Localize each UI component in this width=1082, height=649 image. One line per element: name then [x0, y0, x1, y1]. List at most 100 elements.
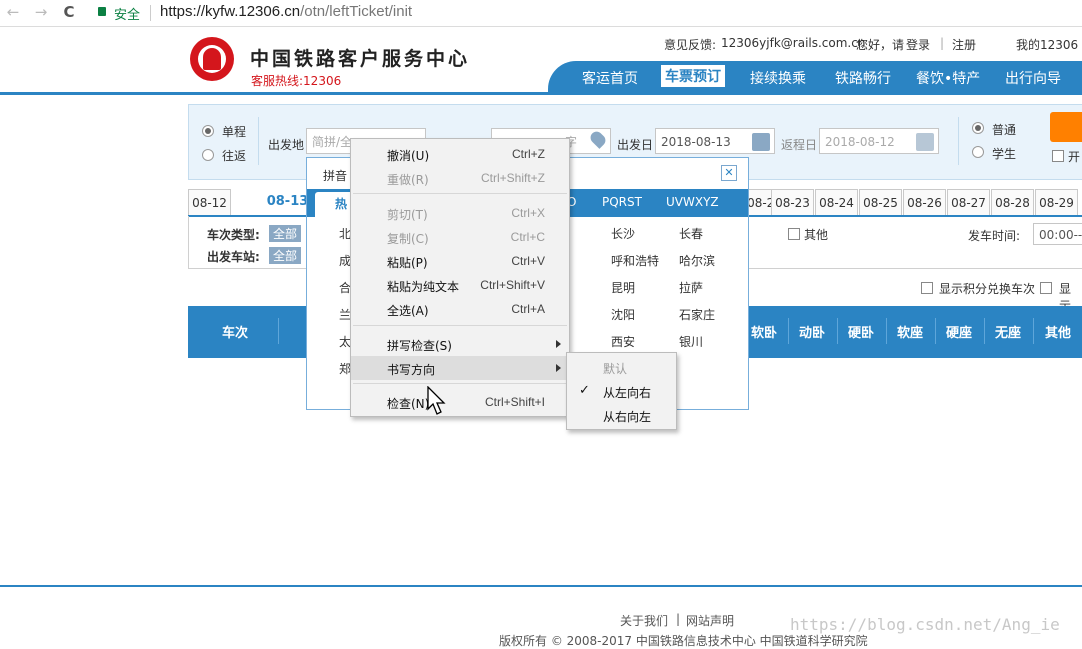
normal-ticket-radio[interactable] [972, 122, 984, 134]
date-tab[interactable]: 08-25 [859, 189, 902, 215]
city-item[interactable]: 昆明 [611, 279, 635, 296]
date-tab[interactable]: 08-26 [903, 189, 946, 215]
login-link[interactable]: 登录 [906, 36, 930, 53]
tab-uvwxyz[interactable]: UVWXYZ [666, 195, 719, 209]
col-hard-sleeper: 硬卧 [848, 326, 875, 341]
nav-travel-guide[interactable]: 出行向导 [1005, 68, 1061, 88]
col-divider [886, 318, 887, 344]
date-tab-active[interactable]: 08-13 [266, 189, 309, 215]
query-button[interactable] [1050, 112, 1082, 142]
submenu-item-ltr[interactable]: ✓ 从左向右 [567, 379, 676, 403]
city-item[interactable]: 西安 [611, 333, 635, 350]
city-item[interactable]: 银川 [679, 333, 703, 350]
open-label: 开 [1068, 150, 1081, 164]
register-link[interactable]: 注册 [952, 36, 976, 53]
roundtrip-radio[interactable] [202, 149, 214, 161]
calendar-icon[interactable] [916, 133, 934, 151]
close-icon[interactable]: ✕ [721, 165, 737, 181]
menu-item-copy[interactable]: 复制(C) Ctrl+C [351, 225, 569, 249]
forward-icon[interactable]: → [32, 3, 50, 21]
show-points-checkbox[interactable] [921, 282, 933, 294]
main-nav: 客运首页 车票预订 接续换乘 铁路畅行 餐饮•特产 出行向导 [548, 61, 1082, 93]
depart-time-label: 发车时间: [968, 229, 1021, 243]
menu-item-paste[interactable]: 粘贴(P) Ctrl+V [351, 249, 569, 273]
feedback-label: 意见反馈: [664, 38, 717, 52]
writing-direction-submenu: 默认 ✓ 从左向右 从右向左 [566, 352, 677, 430]
my12306-link[interactable]: 我的12306 [1016, 36, 1078, 53]
col-other: 其他 [1045, 326, 1072, 341]
feedback-email-link[interactable]: 12306yjfk@rails.com.cn [721, 36, 865, 50]
date-tab[interactable]: 08-23 [771, 189, 814, 215]
about-link[interactable]: 关于我们 [620, 612, 668, 629]
submenu-item-rtl[interactable]: 从右向左 [567, 403, 676, 427]
city-item[interactable]: 呼和浩特 [611, 252, 659, 269]
date-tab[interactable]: 08-12 [188, 189, 231, 215]
nav-transfer[interactable]: 接续换乘 [750, 68, 806, 88]
city-item[interactable]: 长沙 [611, 225, 635, 242]
copyright-text: 版权所有 © 2008-2017 中国铁路信息技术中心 中国铁道科学研究院 [499, 634, 868, 648]
nav-home[interactable]: 客运首页 [582, 68, 638, 88]
url-field[interactable]: https://kyfw.12306.cn/otn/leftTicket/ini… [160, 3, 412, 20]
date-tab[interactable]: 08-24 [815, 189, 858, 215]
lock-icon [98, 7, 106, 16]
city-item[interactable]: 石家庄 [679, 306, 715, 323]
context-menu: 撤消(U) Ctrl+Z 重做(R) Ctrl+Shift+Z 剪切(T) Ctrl+… [350, 138, 570, 417]
railway-logo-icon[interactable] [190, 37, 234, 81]
oneway-radio[interactable] [202, 125, 214, 137]
menu-item-writing-direction[interactable]: 书写方向 [351, 356, 569, 380]
city-item[interactable]: 沈阳 [611, 306, 635, 323]
col-train-no[interactable]: 车次 [222, 322, 248, 341]
col-divider [984, 318, 985, 344]
calendar-icon[interactable] [752, 133, 770, 151]
date-tab[interactable]: 08-29 [1035, 189, 1078, 215]
nav-railway-pass[interactable]: 铁路畅行 [835, 68, 891, 88]
menu-item-select-all[interactable]: 全选(A) Ctrl+A [351, 297, 569, 321]
address-divider [150, 5, 151, 21]
from-label: 出发地 [268, 138, 305, 152]
nav-food-specialty[interactable]: 餐饮•特产 [916, 68, 980, 88]
city-item[interactable]: 哈尔滨 [679, 252, 715, 269]
col-divider [837, 318, 838, 344]
student-ticket-radio[interactable] [972, 146, 984, 158]
mouse-cursor-icon [427, 386, 446, 415]
tab-pqrst[interactable]: PQRST [602, 195, 642, 209]
greeting-text: 您好，请 [856, 38, 905, 52]
menu-item-undo[interactable]: 撤消(U) Ctrl+Z [351, 142, 569, 166]
submenu-arrow-icon [556, 364, 561, 372]
depart-time-select[interactable]: 00:00--2 [1033, 223, 1082, 245]
normal-ticket-label: 普通 [992, 123, 1017, 137]
col-soft-sleeper: 软卧 [751, 326, 778, 341]
city-item[interactable]: 长春 [679, 225, 703, 242]
other-checkbox[interactable] [788, 228, 800, 240]
url-path: /otn/leftTicket/init [300, 3, 413, 20]
checkmark-icon: ✓ [579, 383, 590, 398]
open-checkbox[interactable] [1052, 150, 1064, 162]
back-icon[interactable]: ← [4, 3, 22, 21]
col-divider [1033, 318, 1034, 344]
menu-item-paste-plain[interactable]: 粘贴为纯文本 Ctrl+Shift+V [351, 273, 569, 297]
menu-item-cut[interactable]: 剪切(T) Ctrl+X [351, 201, 569, 225]
nav-ticket-booking[interactable]: 车票预订 [661, 65, 725, 87]
city-item[interactable]: 拉萨 [679, 279, 703, 296]
menu-item-inspect[interactable]: 检查(N) Ctrl+Shift+I [351, 390, 569, 414]
site-statement-link[interactable]: 网站声明 [686, 612, 734, 629]
watermark-text: https://blog.csdn.net/Ang_ie [790, 615, 1060, 634]
submenu-arrow-icon [556, 340, 561, 348]
col-divider [278, 318, 279, 344]
menu-item-spellcheck[interactable]: 拼写检查(S) [351, 332, 569, 356]
date-tab[interactable]: 08-28 [991, 189, 1034, 215]
train-type-label: 车次类型: [207, 228, 260, 242]
city-picker-title: 拼音 [323, 169, 348, 183]
train-type-all-button[interactable]: 全部 [269, 225, 302, 242]
student-ticket-label: 学生 [992, 147, 1017, 161]
menu-separator [353, 383, 567, 384]
menu-item-redo[interactable]: 重做(R) Ctrl+Shift+Z [351, 166, 569, 190]
submenu-item-default[interactable]: 默认 [567, 355, 676, 379]
date-tab[interactable]: 08-27 [947, 189, 990, 215]
header-underline [0, 92, 1082, 95]
reload-icon[interactable]: C [60, 3, 78, 21]
station-all-button[interactable]: 全部 [269, 247, 302, 264]
show-more-checkbox[interactable] [1040, 282, 1052, 294]
hotline-text: 客服热线:12306 [251, 74, 342, 88]
oneway-label: 单程 [222, 125, 247, 139]
